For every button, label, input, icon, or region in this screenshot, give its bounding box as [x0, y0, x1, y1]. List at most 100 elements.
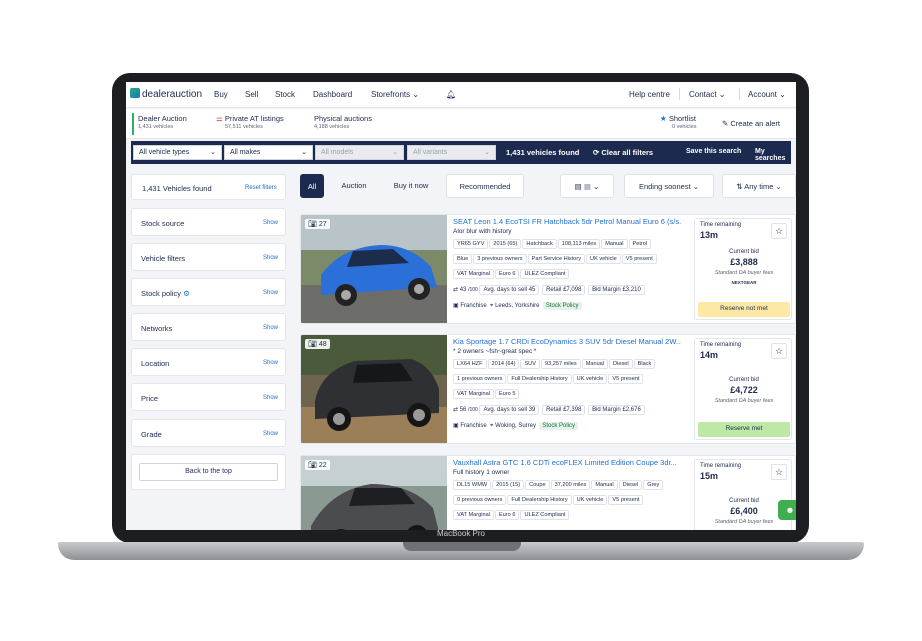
filter-price[interactable]: Price Show	[131, 383, 286, 411]
tab-private-at-listings[interactable]: ⚌ Private AT listings 57,511 vehicles	[216, 114, 284, 130]
tab-count: 57,511 vehicles	[225, 124, 263, 130]
listing-title[interactable]: Kia Sportage 1.7 CRDi EcoDynamics 3 SUV …	[453, 337, 681, 346]
spec-chip: Euro 5	[494, 389, 520, 399]
star-icon[interactable]: ☆	[771, 343, 787, 359]
retail-price: Retail £7,398	[542, 405, 586, 415]
models-select[interactable]: All models ⌄	[315, 145, 404, 160]
save-search-button[interactable]: Save this search	[686, 148, 741, 155]
recommended-button[interactable]: Recommended	[446, 174, 524, 198]
listing-title[interactable]: Vauxhall Astra GTC 1.6 CDTi ecoFLEX Limi…	[453, 458, 681, 467]
spec-chip: Euro 6	[494, 269, 520, 279]
spec-chip: UK vehicle	[586, 254, 621, 264]
filter-stock-source[interactable]: Stock source Show	[131, 208, 286, 236]
vehicle-types-select[interactable]: All vehicle types ⌄	[133, 145, 222, 160]
filter-location[interactable]: Location Show	[131, 348, 286, 376]
spec-row: YR65 GYV 2015 (65) Hatchback 108,113 miles M…	[453, 239, 691, 249]
listing-card[interactable]: 📷︎ 27 SEAT Leon 1.4 EcoTSI FR Hatchback …	[300, 214, 796, 324]
filter-vehicle-filters[interactable]: Vehicle filters Show	[131, 243, 286, 271]
filter-networks[interactable]: Networks Show	[131, 313, 286, 341]
account-label: Account	[748, 90, 777, 99]
chat-widget-icon[interactable]: ☻	[778, 500, 796, 520]
account-menu[interactable]: Account ⌄	[748, 90, 786, 99]
star-icon[interactable]: ☆	[771, 464, 787, 480]
vehicle-photo[interactable]: 📷︎ 48	[301, 335, 447, 443]
nav-sell[interactable]: Sell	[245, 90, 258, 99]
time-remaining-label: Time remaining	[700, 342, 742, 348]
spec-chip: LX64 HZF	[453, 359, 487, 369]
tab-buy-it-now[interactable]: Buy it now	[383, 174, 439, 198]
back-to-top-card: Back to the top	[131, 454, 286, 490]
divider	[739, 88, 740, 100]
bid-panel: Time remaining 15m ☆ Current bid £6,400 …	[694, 459, 792, 530]
show-link[interactable]: Show	[263, 220, 278, 226]
listing-subtitle: Alor blur with history	[453, 228, 512, 235]
show-link[interactable]: Show	[263, 431, 278, 437]
show-link[interactable]: Show	[263, 360, 278, 366]
sort-select[interactable]: Ending soonest ⌄	[624, 174, 714, 198]
gear-icon: ⚙	[183, 289, 190, 298]
nav-stock[interactable]: Stock	[275, 90, 295, 99]
spec-row: DL15 WMW 2015 (15) Coupe 37,200 miles Manual…	[453, 480, 691, 490]
nav-buy[interactable]: Buy	[214, 90, 228, 99]
logo[interactable]: dealerauction	[130, 88, 202, 100]
help-centre-link[interactable]: Help centre	[629, 90, 670, 99]
nav-storefronts-label: Storefronts	[371, 90, 411, 99]
shortlist-button[interactable]: ★ Shortlist 0 vehicles	[660, 114, 696, 130]
show-link[interactable]: Show	[263, 395, 278, 401]
listing-card[interactable]: 📷︎ 48 Kia Sportage 1.7 CRDi EcoDynamics …	[300, 334, 796, 444]
filter-stock-policy[interactable]: Stock policy ⚙ Show	[131, 278, 286, 306]
current-bid: £4,722	[730, 385, 758, 395]
show-link[interactable]: Show	[263, 325, 278, 331]
variants-select[interactable]: All variants ⌄	[407, 145, 496, 160]
vehicle-photo[interactable]: 📷︎ 27	[301, 215, 447, 323]
back-to-top-button[interactable]: Back to the top	[139, 463, 278, 481]
my-searches-button[interactable]: My searches	[755, 148, 791, 162]
star-icon[interactable]: ☆	[771, 223, 787, 239]
metrics-row: ⇄ 43 /100 Avg. days to sell 45 Retail £7…	[453, 285, 646, 295]
refresh-icon: ⟳	[593, 148, 600, 157]
franchise-icon: ▣	[453, 423, 459, 429]
filter-grade[interactable]: Grade Show	[131, 419, 286, 447]
reserve-status: Reserve not met	[698, 302, 790, 317]
spec-chip: Hatchback	[522, 239, 557, 249]
laptop-notch	[403, 542, 521, 551]
select-value: All vehicle types	[139, 149, 190, 156]
listing-subtitle: Full history 1 owner	[453, 469, 510, 476]
stock-policy-badge: Stock Policy	[539, 422, 579, 430]
contact-label: Contact	[689, 90, 717, 99]
tab-all[interactable]: All	[300, 174, 324, 198]
reset-filters-link[interactable]: Reset filters	[245, 185, 277, 191]
spec-row: 1 previous owners Full Dealership History…	[453, 374, 691, 384]
photo-count: 📷︎ 48	[305, 339, 330, 349]
tab-dealer-auction[interactable]: Dealer Auction 1,431 vehicles	[138, 114, 187, 130]
tab-count: 1,431 vehicles	[138, 124, 174, 130]
spec-chip: V5 present	[621, 254, 657, 264]
spec-chip: 2015 (15)	[492, 480, 525, 490]
filter-label: Price	[141, 394, 159, 403]
makes-select[interactable]: All makes ⌄	[224, 145, 313, 160]
vehicle-photo[interactable]: 📷︎ 22	[301, 456, 447, 530]
create-alert-button[interactable]: ✎ Create an alert	[722, 119, 780, 128]
clear-filters-button[interactable]: ⟳ Clear all filters	[593, 148, 653, 157]
listing-title[interactable]: SEAT Leon 1.4 EcoTSI FR Hatchback 5dr Pe…	[453, 217, 681, 226]
nav-storefronts[interactable]: Storefronts ⌄	[371, 90, 419, 99]
vehicles-found: 1,431 vehicles found	[506, 148, 580, 157]
time-select[interactable]: ⇅ Any time ⌄	[722, 174, 796, 198]
tags-row: ▣ Franchise ⌖ Leeds, Yorkshire Stock Pol…	[453, 302, 582, 310]
list-view-icon: ▤	[574, 182, 582, 191]
chevron-down-icon: ⌄	[210, 149, 216, 156]
tab-physical-auctions[interactable]: Physical auctions 4,188 vehicles	[314, 114, 372, 130]
show-link[interactable]: Show	[263, 255, 278, 261]
view-toggle[interactable]: ▤ ▦ ⌄	[560, 174, 614, 198]
time-remaining: 14m	[700, 350, 719, 360]
contact-menu[interactable]: Contact ⌄	[689, 90, 726, 99]
show-link[interactable]: Show	[263, 290, 278, 296]
listing-card[interactable]: 📷︎ 22 Vauxhall Astra GTC 1.6 CDTi ecoFLE…	[300, 455, 796, 530]
bid-panel: Time remaining 13m ☆ Current bid £3,888 …	[694, 218, 792, 320]
tab-auction[interactable]: Auction	[328, 174, 380, 198]
bell-icon[interactable]: 🔔︎	[446, 90, 456, 99]
spec-chip: 108,113 miles	[557, 239, 601, 249]
spec-row: VAT Marginal Euro 6 ULEZ Compliant	[453, 510, 691, 520]
nav-dashboard[interactable]: Dashboard	[313, 90, 352, 99]
spec-chip: Grey	[643, 480, 664, 490]
